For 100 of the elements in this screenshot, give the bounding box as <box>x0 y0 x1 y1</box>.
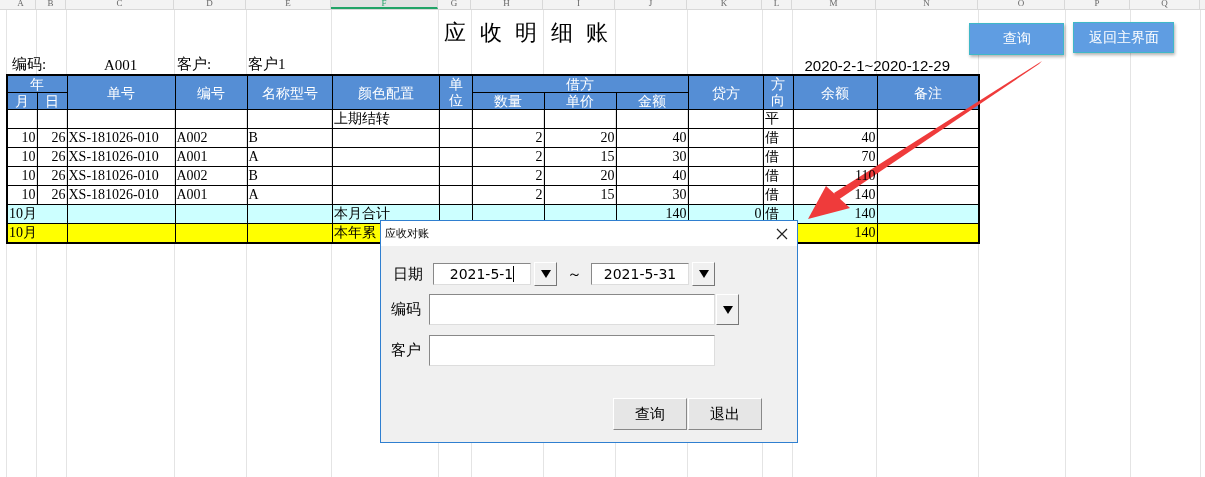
table-cell: 20 <box>600 168 615 183</box>
table-cell: 140 <box>854 187 876 202</box>
date-field[interactable]: 2021-5-1 <box>433 263 531 285</box>
dialog-title: 应收对账 <box>385 226 429 241</box>
query-button[interactable]: 查询 <box>613 398 687 430</box>
dropdown-arrow-icon <box>540 270 551 278</box>
table-cell: 40 <box>861 130 876 145</box>
column-heading[interactable]: O <box>978 0 1065 9</box>
period-text: 2020-2-1~2020-12-29 <box>804 57 950 74</box>
table-cell: 2 <box>535 149 543 164</box>
table-header-cell: 单号 <box>67 75 175 110</box>
dropdown-button[interactable] <box>692 262 715 286</box>
code-label: 编码 <box>390 300 422 319</box>
table-cell: 30 <box>672 187 687 202</box>
close-icon <box>776 227 788 240</box>
column-heading[interactable]: J <box>615 0 687 9</box>
table-cell: 20 <box>600 130 615 145</box>
table-cell: 40 <box>672 130 687 145</box>
date-label: 日期 <box>392 264 424 284</box>
table-cell: 2 <box>535 168 543 183</box>
table-cell: XS-181026-010 <box>68 130 159 145</box>
table-cell: 2 <box>535 130 543 145</box>
table-cell: 140 <box>854 206 876 221</box>
table-cell: 10 <box>21 168 36 183</box>
table-cell: 10 <box>21 187 36 202</box>
table-cell: A002 <box>176 168 208 183</box>
table-cell: 140 <box>665 206 687 221</box>
customer-label: 客户 <box>390 341 422 360</box>
table-cell: 0 <box>754 206 762 221</box>
customer-label: 客户: <box>177 55 213 74</box>
table-cell: 10月 <box>9 206 37 221</box>
table-cell: A <box>248 187 259 202</box>
table-cell: 26 <box>51 130 66 145</box>
code-label: 编码: <box>12 55 48 74</box>
sheet-title: 应 收 明 细 账 <box>444 19 612 47</box>
table-header-cell: 单位 <box>448 77 463 108</box>
table-cell: 借 <box>764 130 779 145</box>
customer-field[interactable] <box>429 335 715 366</box>
column-heading[interactable]: P <box>1065 0 1130 9</box>
column-heading[interactable]: N <box>876 0 978 9</box>
range-separator: ～ <box>565 264 583 284</box>
code-value: A001 <box>104 57 139 74</box>
table-cell: 借 <box>764 168 779 183</box>
table-cell: 10 <box>21 149 36 164</box>
column-heading[interactable]: A <box>6 0 36 9</box>
table-cell: A001 <box>176 187 208 202</box>
table-header-cell: 颜色配置 <box>332 75 439 110</box>
table-cell: 140 <box>854 225 876 240</box>
table-cell: 70 <box>861 149 876 164</box>
code-field[interactable] <box>429 294 715 325</box>
table-cell: 借 <box>764 149 779 164</box>
table-cell: 本月合计 <box>333 206 390 221</box>
table-cell: 26 <box>51 168 66 183</box>
column-heading[interactable]: C <box>66 0 174 9</box>
table-cell: A <box>248 149 259 164</box>
table-header-cell: 贷方 <box>688 75 764 110</box>
dropdown-arrow-icon <box>722 305 733 314</box>
table-cell: 借 <box>764 187 779 202</box>
column-heading[interactable]: Q <box>1130 0 1200 9</box>
text-cursor <box>513 266 515 282</box>
table-cell: 平 <box>764 111 779 126</box>
table-header-cell: 编号 <box>175 75 247 110</box>
table-cell: A001 <box>176 149 208 164</box>
date-field[interactable]: 2021-5-31 <box>591 263 689 285</box>
table-cell: 10月 <box>9 225 37 240</box>
table-cell: 26 <box>51 187 66 202</box>
column-heading[interactable]: G <box>438 0 471 9</box>
column-heading[interactable]: M <box>792 0 876 9</box>
table-cell: 借 <box>764 206 779 221</box>
table-cell: 30 <box>672 149 687 164</box>
table-cell: B <box>248 130 258 145</box>
table-cell: 10 <box>21 130 36 145</box>
table-cell: 2 <box>535 187 543 202</box>
table-cell: XS-181026-010 <box>68 149 159 164</box>
column-heading[interactable]: B <box>36 0 66 9</box>
table-header-cell: 余额 <box>793 75 878 110</box>
table-cell: 15 <box>600 187 615 202</box>
table-header-cell: 名称型号 <box>247 75 332 110</box>
dropdown-button[interactable] <box>716 294 739 325</box>
dropdown-arrow-icon <box>698 270 709 278</box>
table-header-cell: 年 <box>7 75 67 93</box>
table-cell: A002 <box>176 130 208 145</box>
column-heading[interactable]: D <box>174 0 246 9</box>
column-heading[interactable]: K <box>687 0 762 9</box>
table-cell: 本年累 <box>333 225 376 240</box>
table-header-cell: 借方 <box>472 75 689 93</box>
column-heading[interactable]: H <box>471 0 543 9</box>
table-header-cell: 备注 <box>877 75 980 110</box>
exit-button[interactable]: 退出 <box>688 398 762 430</box>
dropdown-button[interactable] <box>534 262 557 286</box>
column-heading[interactable]: I <box>543 0 615 9</box>
table-cell: 40 <box>672 168 687 183</box>
table-cell: XS-181026-010 <box>68 168 159 183</box>
table-cell: 15 <box>600 149 615 164</box>
table-cell: 上期结转 <box>333 111 390 126</box>
column-heading[interactable]: L <box>762 0 792 9</box>
customer-value: 客户1 <box>248 55 286 74</box>
table-cell: 26 <box>51 149 66 164</box>
table-header-cell: 方向 <box>771 77 786 108</box>
table-cell: XS-181026-010 <box>68 187 159 202</box>
